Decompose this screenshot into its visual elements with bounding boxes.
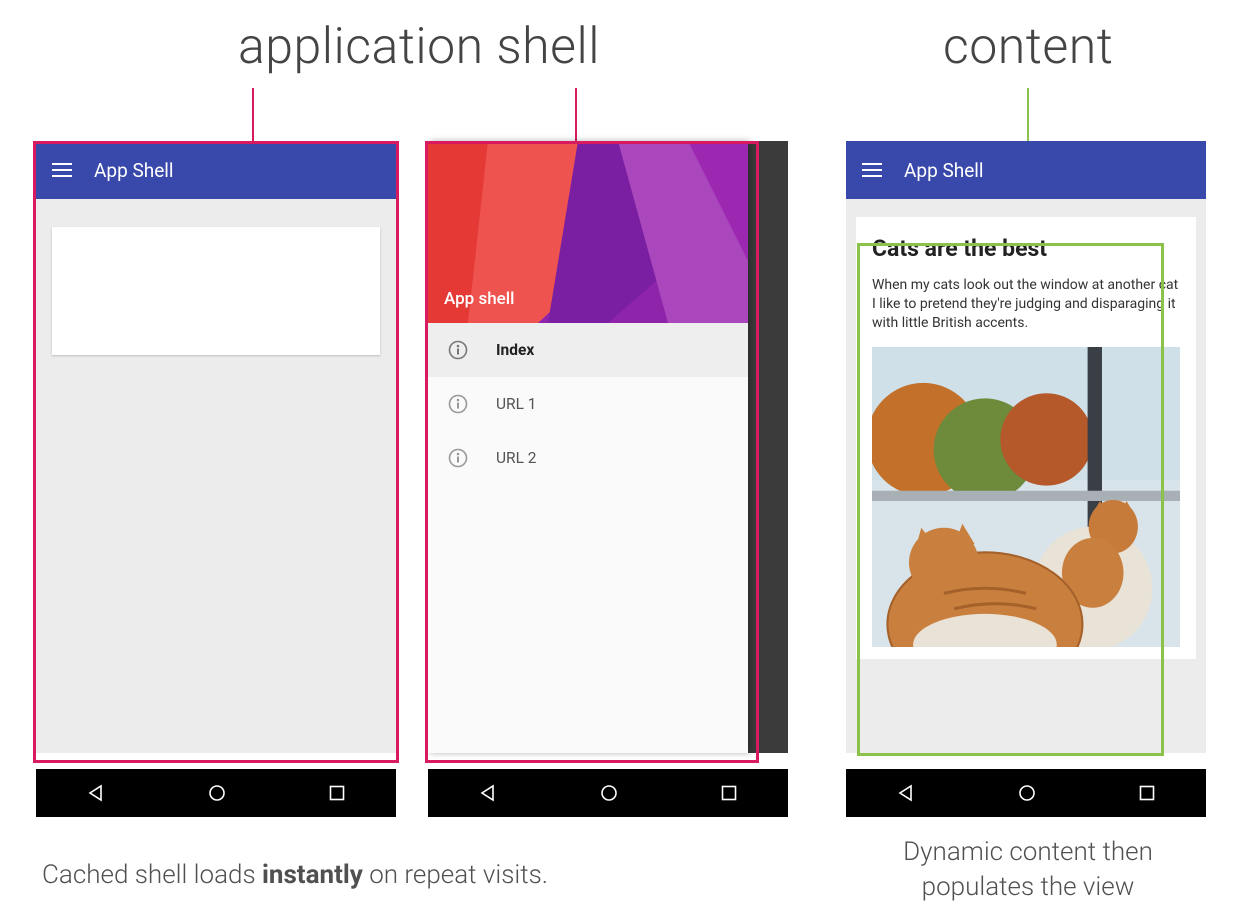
nav-recent-icon[interactable] — [1139, 785, 1155, 801]
drawer-item-index[interactable]: Index — [428, 323, 748, 377]
info-icon — [448, 448, 468, 468]
caption-left-bold: instantly — [262, 860, 363, 890]
label-content: content — [943, 18, 1113, 76]
caption-left: Cached shell loads instantly on repeat v… — [42, 860, 548, 890]
nav-back-icon[interactable] — [479, 784, 497, 802]
android-nav-bar — [846, 769, 1206, 817]
android-nav-bar — [428, 769, 788, 817]
drawer-item-label: URL 2 — [496, 449, 537, 467]
nav-back-icon[interactable] — [87, 784, 105, 802]
info-icon — [448, 394, 468, 414]
drawer-item-label: Index — [496, 341, 534, 359]
caption-left-pre: Cached shell loads — [42, 860, 262, 890]
drawer-item-url2[interactable]: URL 2 — [428, 431, 748, 485]
pointer-line — [575, 88, 577, 141]
app-bar-title: App Shell — [904, 159, 984, 182]
app-bar: App Shell — [36, 141, 396, 199]
nav-home-icon[interactable] — [600, 784, 618, 802]
empty-content-card — [52, 227, 380, 355]
drawer-header-title: App shell — [444, 289, 514, 309]
app-bar: App Shell — [846, 141, 1206, 199]
nav-home-icon[interactable] — [1018, 784, 1036, 802]
article-title: Cats are the best — [872, 235, 1180, 262]
phone-content: App Shell Cats are the best When my cats… — [846, 141, 1206, 753]
caption-right: Dynamic content then populates the view — [858, 835, 1198, 905]
caption-left-post: on repeat visits. — [363, 860, 548, 890]
label-application-shell: application shell — [238, 18, 600, 76]
info-icon — [448, 340, 468, 360]
drawer-list: Index URL 1 URL 2 — [428, 323, 748, 485]
pointer-line — [252, 88, 254, 141]
phone-shell-empty: App Shell — [36, 141, 396, 753]
content-card: Cats are the best When my cats look out … — [856, 217, 1196, 659]
nav-back-icon[interactable] — [897, 784, 915, 802]
nav-recent-icon[interactable] — [721, 785, 737, 801]
android-nav-bar — [36, 769, 396, 817]
article-body: When my cats look out the window at anot… — [872, 276, 1180, 333]
hamburger-icon[interactable] — [862, 163, 882, 177]
nav-home-icon[interactable] — [208, 784, 226, 802]
drawer-item-label: URL 1 — [496, 395, 537, 413]
nav-recent-icon[interactable] — [329, 785, 345, 801]
phone-shell-drawer: App shell Index URL 1 URL 2 — [428, 141, 788, 753]
article-image-cats — [872, 347, 1180, 647]
drawer-item-url1[interactable]: URL 1 — [428, 377, 748, 431]
nav-drawer: App shell Index URL 1 URL 2 — [428, 141, 748, 753]
drawer-header: App shell — [428, 141, 748, 323]
hamburger-icon[interactable] — [52, 163, 72, 177]
app-bar-title: App Shell — [94, 159, 174, 182]
